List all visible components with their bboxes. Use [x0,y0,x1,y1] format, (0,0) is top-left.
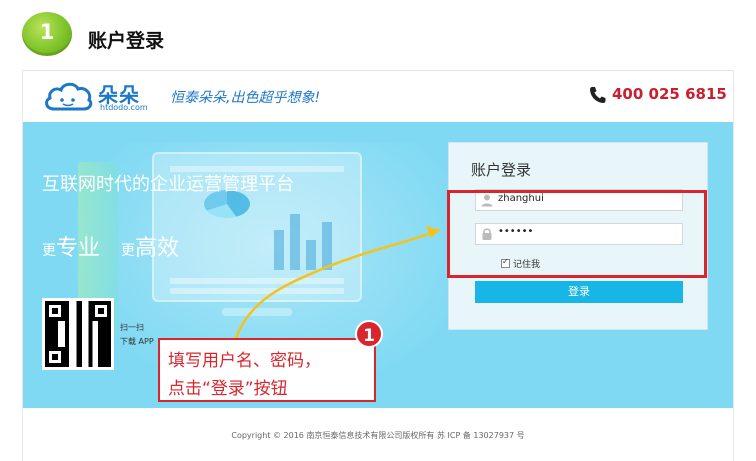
instruction-line-1: 填写用户名、密码， [168,351,321,371]
step-number-badge: 1 [22,12,72,56]
qr-finder [91,301,111,321]
tagline-professional: 专业 [56,236,101,261]
instruction-line-2: 点击“登录”按钮 [168,379,288,399]
tagline-efficient: 高效 [135,236,180,261]
row-illustration [170,278,344,284]
phone-number: 400 025 6815 [612,85,727,103]
copyright-text: Copyright © 2016 南京恒泰信息技术有限公司版权所有 苏 ICP … [231,431,525,440]
highlight-frame [447,190,707,278]
step-number: 1 [39,20,55,44]
tutorial-screenshot: 1 账户登录 朵朵 htdodo.com 恒泰朵朵,出色超乎想象! 400 02… [0,0,756,461]
slogan: 恒泰朵朵,出色超乎想象! [170,90,321,106]
step-title: 账户登录 [88,30,165,52]
page-footer: Copyright © 2016 南京恒泰信息技术有限公司版权所有 苏 ICP … [22,408,734,461]
qr-code[interactable] [42,298,114,370]
step-marker: 1 [355,320,383,348]
row-illustration [170,288,344,294]
bar-illustration [322,222,332,270]
qr-pattern [45,301,111,367]
qr-finder [45,347,65,367]
hero-tagline: 更专业 更高效 [42,230,179,262]
qr-download-label: 下载 APP [120,337,154,346]
qr-scan-label: 扫一扫 [120,323,144,332]
tagline-prefix: 更 [42,243,56,259]
login-button[interactable]: 登录 [475,281,683,303]
cloud-logo-icon[interactable] [42,79,94,113]
phone-icon [590,87,606,103]
bar-illustration [290,214,300,270]
site-header: 朵朵 htdodo.com 恒泰朵朵,出色超乎想象! 400 025 6815 [22,70,734,122]
logo-domain: htdodo.com [100,103,148,112]
instruction-callout: 填写用户名、密码， 点击“登录”按钮 [158,338,376,402]
bar-illustration [274,230,284,270]
hero-headline: 互联网时代的企业运营管理平台 [42,174,294,195]
login-title: 账户登录 [471,161,532,179]
tagline-prefix: 更 [121,243,135,259]
qr-finder [45,301,65,321]
screen-stand [222,308,292,316]
bar-illustration [306,240,316,270]
